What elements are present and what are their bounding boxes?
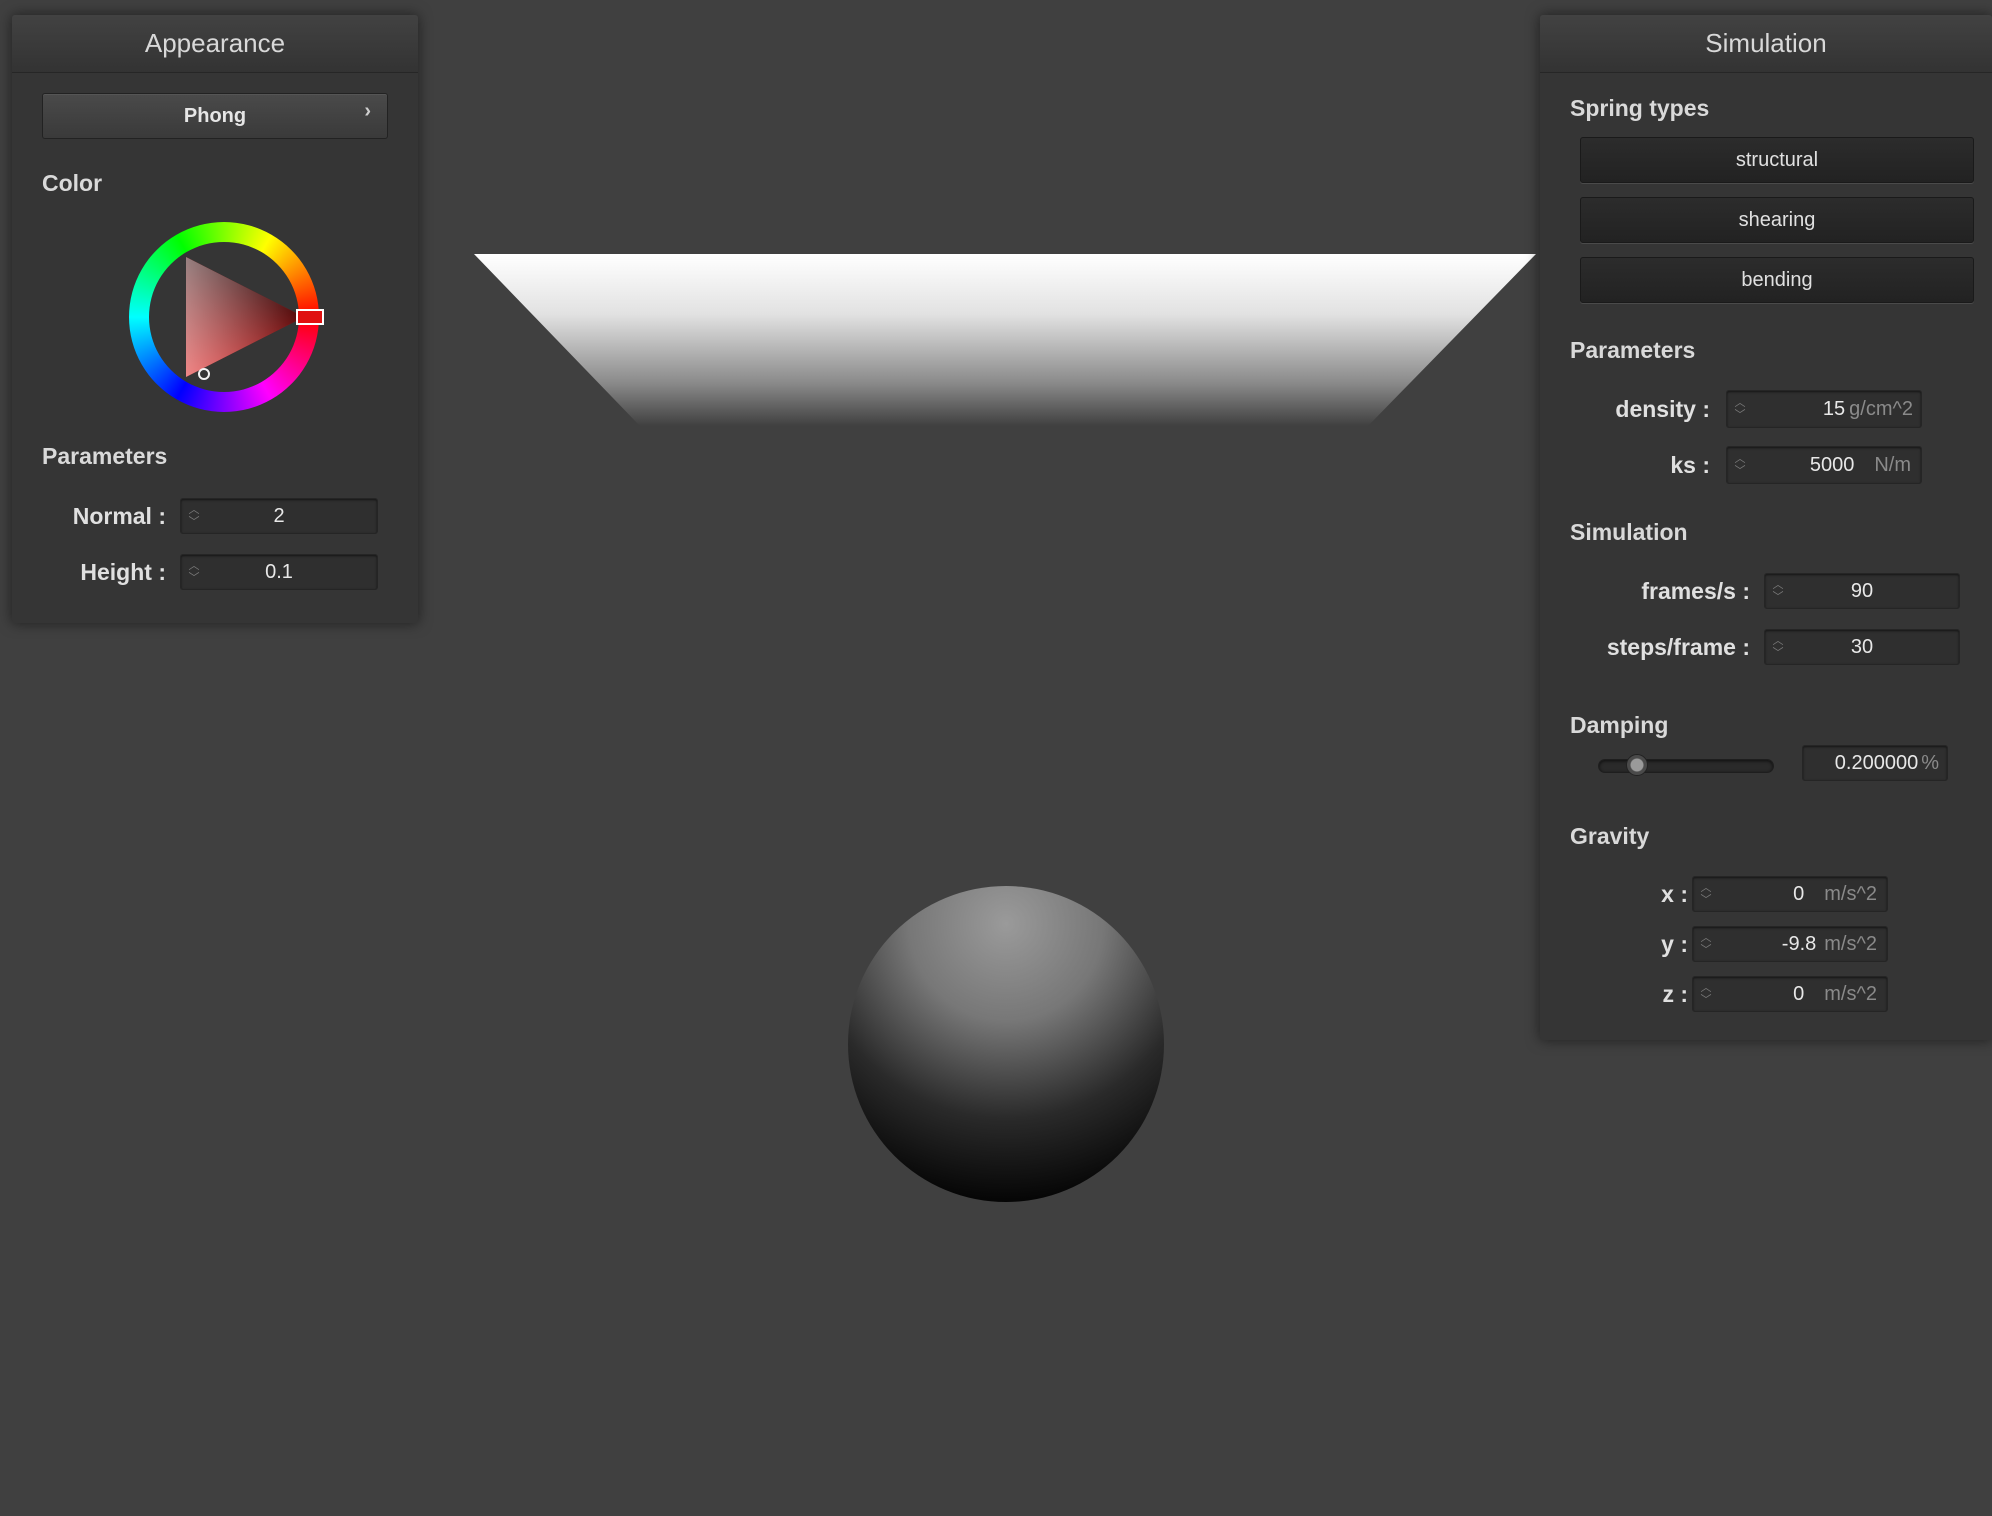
normal-label: Normal :	[72, 503, 166, 529]
gravity-z-label: z :	[1662, 981, 1688, 1007]
frames-per-second-input[interactable]: ︿ ﹀ 90	[1764, 573, 1960, 609]
density-unit: g/cm^2	[1849, 397, 1913, 420]
density-input[interactable]: ︿ ﹀ 15 g/cm^2	[1726, 390, 1922, 428]
ks-label: ks :	[1670, 452, 1710, 478]
gravity-x-unit: m/s^2	[1824, 882, 1877, 905]
chevron-right-icon: ›	[364, 100, 371, 122]
color-wheel[interactable]	[124, 217, 324, 417]
cloth-mesh	[474, 254, 1536, 426]
damping-slider-handle[interactable]	[1625, 754, 1648, 776]
appearance-parameters-label: Parameters	[42, 443, 168, 469]
simulation-panel-title: Simulation	[1540, 15, 1992, 73]
shearing-spring-button[interactable]: shearing	[1580, 197, 1974, 243]
simulation-parameters-label: Parameters	[1570, 337, 1696, 363]
spin-arrows-icon[interactable]: ︿ ﹀	[1765, 574, 1791, 608]
gravity-x-input[interactable]: ︿ ﹀ 0 m/s^2	[1692, 876, 1888, 912]
shader-select-button[interactable]: Phong ›	[42, 93, 388, 139]
ks-value: 5000	[1809, 453, 1855, 476]
gravity-y-value: -9.8	[1781, 932, 1817, 955]
density-label: density :	[1615, 396, 1710, 422]
gravity-z-input[interactable]: ︿ ﹀ 0 m/s^2	[1692, 976, 1888, 1012]
simulation-section-label: Simulation	[1570, 519, 1688, 545]
damping-label: Damping	[1570, 712, 1669, 738]
collision-sphere	[848, 886, 1164, 1202]
damping-unit: %	[1921, 751, 1939, 774]
normal-value: 2	[273, 504, 285, 527]
bending-spring-button[interactable]: bending	[1580, 257, 1974, 303]
density-value: 15	[1822, 397, 1846, 420]
appearance-panel-title: Appearance	[12, 15, 418, 73]
color-section-label: Color	[42, 170, 103, 196]
frames-per-second-label: frames/s :	[1641, 578, 1750, 604]
steps-per-frame-label: steps/frame :	[1606, 634, 1750, 660]
gravity-y-input[interactable]: ︿ ﹀ -9.8 m/s^2	[1692, 926, 1888, 962]
gravity-z-unit: m/s^2	[1824, 982, 1877, 1005]
steps-per-frame-input[interactable]: ︿ ﹀ 30	[1764, 629, 1960, 665]
normal-input[interactable]: ︿ ﹀ 2	[180, 498, 378, 534]
damping-input[interactable]: 0.200000 %	[1802, 745, 1948, 781]
ks-input[interactable]: ︿ ﹀ 5000 N/m	[1726, 446, 1922, 484]
steps-per-frame-value: 30	[1850, 635, 1874, 658]
gravity-label: Gravity	[1570, 823, 1650, 849]
simulation-panel: Simulation Spring types structural shear…	[1540, 15, 1992, 1040]
frames-per-second-value: 90	[1850, 579, 1874, 602]
height-label: Height :	[80, 559, 166, 585]
height-input[interactable]: ︿ ﹀ 0.1	[180, 554, 378, 590]
shade-handle[interactable]	[198, 368, 210, 380]
damping-slider[interactable]	[1598, 759, 1774, 773]
shader-select-label: Phong	[183, 104, 247, 127]
height-value: 0.1	[265, 560, 293, 583]
damping-value: 0.200000	[1834, 751, 1919, 774]
spin-arrows-icon[interactable]: ︿ ﹀	[1693, 877, 1719, 911]
spin-arrows-icon[interactable]: ︿ ﹀	[1727, 447, 1753, 483]
spring-types-label: Spring types	[1570, 95, 1710, 121]
spin-arrows-icon[interactable]: ︿ ﹀	[181, 499, 207, 533]
spin-arrows-icon[interactable]: ︿ ﹀	[1693, 927, 1719, 961]
gravity-x-value: 0	[1793, 882, 1805, 905]
appearance-panel: Appearance Phong › Color Parameters Norm…	[12, 15, 418, 623]
gravity-y-label: y :	[1661, 931, 1688, 957]
spin-arrows-icon[interactable]: ︿ ﹀	[1693, 977, 1719, 1011]
ks-unit: N/m	[1874, 453, 1911, 476]
gravity-x-label: x :	[1661, 881, 1688, 907]
spin-arrows-icon[interactable]: ︿ ﹀	[1727, 391, 1753, 427]
hue-handle[interactable]	[296, 309, 324, 325]
gravity-y-unit: m/s^2	[1824, 932, 1877, 955]
spin-arrows-icon[interactable]: ︿ ﹀	[1765, 630, 1791, 664]
structural-spring-button[interactable]: structural	[1580, 137, 1974, 183]
gravity-z-value: 0	[1793, 982, 1805, 1005]
spin-arrows-icon[interactable]: ︿ ﹀	[181, 555, 207, 589]
